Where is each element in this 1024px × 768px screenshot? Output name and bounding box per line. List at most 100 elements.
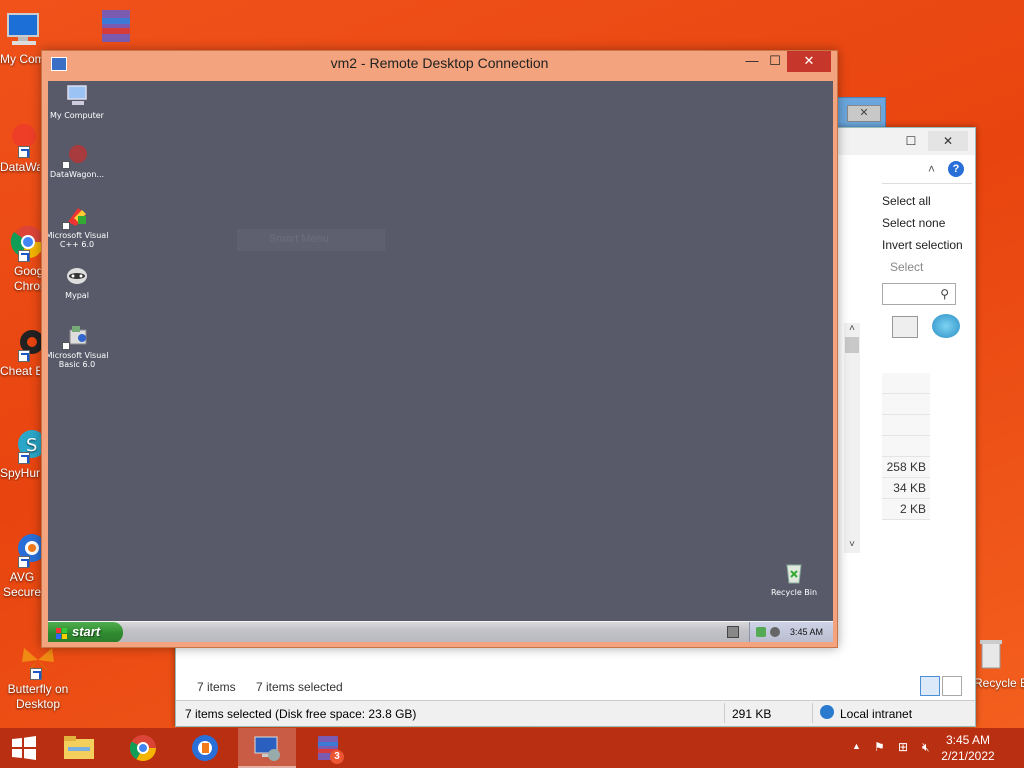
ribbon-header: ˄ ?	[882, 158, 972, 184]
taskbar-remote-desktop[interactable]	[238, 728, 296, 768]
select-none-button[interactable]: Select none	[882, 212, 970, 234]
file-size[interactable]: 2 KB	[882, 499, 930, 520]
email-icon[interactable]	[892, 316, 918, 338]
status-bar-top: 7 items 7 items selected	[176, 676, 975, 698]
computer-icon	[64, 84, 90, 108]
tray-icon[interactable]	[770, 627, 780, 637]
remote-icon-label: Microsoft Visual C++ 6.0	[48, 231, 109, 249]
maximize-button[interactable]: ☐	[761, 51, 789, 72]
remote-icon-visual-basic[interactable]: Microsoft Visual Basic 6.0	[48, 324, 109, 369]
start-button[interactable]: start	[48, 622, 123, 642]
remote-taskbar[interactable]: start 3:45 AM	[48, 621, 833, 642]
avg-browser-icon	[4, 528, 46, 568]
details-view-button[interactable]	[920, 676, 940, 696]
shortcut-arrow-icon	[18, 350, 30, 362]
window-title: vm2 - Remote Desktop Connection	[330, 55, 549, 71]
datawagon-icon	[4, 118, 44, 158]
taskbar-winrar[interactable]: 3	[300, 728, 358, 768]
gear-icon	[4, 322, 44, 362]
scroll-thumb[interactable]	[845, 337, 859, 353]
chrome-icon	[4, 222, 45, 262]
remote-desktop-window[interactable]: vm2 - Remote Desktop Connection — ☐ ✕ My…	[41, 50, 838, 648]
tray-icon[interactable]	[756, 627, 766, 637]
maximize-button[interactable]: ☐	[898, 131, 924, 151]
help-icon[interactable]: ?	[948, 161, 964, 177]
scroll-up-icon[interactable]: ˄	[844, 323, 860, 337]
remote-desktop-icon	[254, 736, 280, 761]
remote-desktop-surface[interactable]: My Computer DataWagon... Microsoft Visua…	[48, 81, 833, 642]
windows-flag-icon	[56, 626, 68, 639]
remote-icon-recycle-bin[interactable]: Recycle Bin	[762, 561, 826, 597]
taskbar-file-explorer[interactable]	[50, 728, 108, 768]
shortcut-arrow-icon	[18, 556, 30, 568]
table-row[interactable]	[882, 415, 930, 436]
visual-basic-icon	[62, 324, 90, 350]
search-input[interactable]: ⚲	[882, 283, 956, 305]
folder-icon	[64, 736, 94, 759]
table-row[interactable]	[882, 373, 930, 394]
visual-cpp-icon	[62, 204, 90, 230]
taskbar-clock[interactable]: 3:45 AM 2/21/2022	[932, 732, 1004, 764]
taskbar-chrome[interactable]	[114, 728, 172, 768]
remote-icon-label: Microsoft Visual Basic 6.0	[48, 351, 109, 369]
size-column: 258 KB 34 KB 2 KB	[882, 373, 930, 520]
clock-time: 3:45 AM	[945, 733, 991, 747]
start-button[interactable]	[0, 728, 48, 768]
avg-browser-icon	[192, 735, 218, 761]
taskbar: 3 ▲ ⚑ ⊞ 🔇︎ 3:45 AM 2/21/2022	[0, 728, 1024, 768]
table-row[interactable]	[882, 436, 930, 457]
invert-selection-button[interactable]: Invert selection	[882, 234, 970, 256]
items-selected: 7 items selected	[256, 680, 343, 694]
keyboard-icon[interactable]	[727, 626, 739, 638]
scroll-down-icon[interactable]: ˅	[844, 539, 860, 553]
table-row[interactable]	[882, 394, 930, 415]
total-size: 291 KB	[732, 707, 772, 721]
desktop-icon-label: AVG Secure Browser	[2, 570, 42, 599]
desktop-icon-butterfly[interactable]: Butterfly on Desktop	[2, 640, 74, 712]
large-icons-view-button[interactable]	[942, 676, 962, 696]
desktop-icon-label: My Computer	[0, 52, 46, 66]
remote-icon-label: Recycle Bin	[770, 588, 818, 597]
desktop-icon-label: Cheat Engine	[0, 364, 40, 378]
search-icon[interactable]: ⚲	[940, 287, 949, 301]
shortcut-arrow-icon	[18, 250, 30, 262]
vertical-scrollbar[interactable]: ˄ ˅	[844, 323, 860, 553]
start-label: start	[72, 624, 101, 639]
close-button[interactable]: ✕	[847, 105, 881, 122]
taskbar-avg-browser[interactable]	[176, 728, 234, 768]
speaker-muted-icon[interactable]: 🔇︎	[922, 740, 930, 755]
divider	[812, 703, 813, 723]
close-button[interactable]: ✕	[787, 51, 831, 72]
windows-logo-icon	[12, 736, 36, 760]
shell-icon[interactable]	[932, 314, 960, 338]
select-commands: Select all Select none Invert selection …	[882, 190, 970, 278]
network-icon[interactable]: ⊞	[898, 740, 908, 754]
desktop-icon-label: Butterfly on Desktop	[7, 682, 69, 711]
select-group-label: Select	[890, 260, 924, 274]
desktop-icon-winrar[interactable]	[92, 6, 140, 48]
select-all-button[interactable]: Select all	[882, 190, 970, 212]
remote-icon-mypal[interactable]: Mypal	[48, 264, 109, 300]
file-size[interactable]: 258 KB	[882, 457, 930, 478]
remote-clock[interactable]: 3:45 AM	[790, 622, 823, 642]
show-hidden-icons-icon[interactable]: ▲	[852, 741, 861, 751]
mypal-raccoon-icon	[64, 264, 90, 288]
file-size[interactable]: 34 KB	[882, 478, 930, 499]
item-count: 7 items	[197, 680, 236, 694]
action-center-flag-icon[interactable]: ⚑	[874, 740, 885, 754]
remote-icon-visual-cpp[interactable]: Microsoft Visual C++ 6.0	[48, 204, 109, 249]
archive-icon	[96, 6, 136, 46]
shortcut-arrow-icon	[62, 222, 70, 230]
shortcut-arrow-icon	[62, 342, 70, 350]
remote-icon-datawagon[interactable]: DataWagon...	[48, 143, 109, 179]
remote-icon-my-computer[interactable]: My Computer	[48, 84, 109, 120]
divider	[724, 703, 725, 723]
close-button[interactable]: ✕	[928, 131, 968, 151]
shortcut-arrow-icon	[18, 146, 30, 158]
collapse-ribbon-icon[interactable]: ˄	[928, 162, 935, 176]
notification-badge: 3	[330, 750, 344, 764]
recycle-bin-icon	[781, 561, 807, 585]
remote-icon-label: My Computer	[50, 111, 104, 120]
remote-icon-label: DataWagon...	[49, 170, 105, 179]
status-bar-bottom: 7 items selected (Disk free space: 23.8 …	[176, 700, 975, 726]
